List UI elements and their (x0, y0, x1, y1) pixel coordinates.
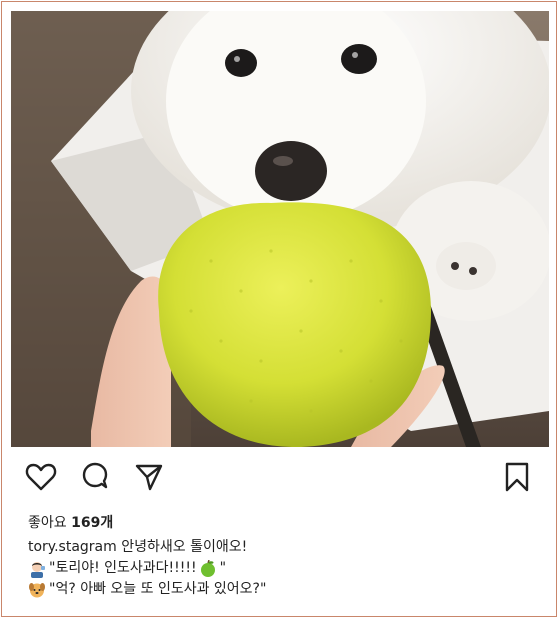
username-link[interactable]: tory.stagram (28, 537, 117, 558)
heart-icon[interactable] (24, 460, 58, 494)
caption-line-2: "토리야! 인도사과다!!!!! " (28, 558, 266, 579)
caption-line-1: tory.stagram 안녕하새오 톨이애오! (28, 537, 266, 558)
send-icon[interactable] (132, 460, 166, 494)
post-action-bar (2, 460, 558, 496)
comment-icon[interactable] (78, 460, 112, 494)
person-emoji-icon (28, 560, 46, 578)
post-caption: tory.stagram 안녕하새오 톨이애오! "토리야! 인도사과다!!!!… (28, 537, 266, 600)
dog-face-emoji-icon (28, 581, 46, 599)
quote-text-1: "토리야! 인도사과다!!!!! (49, 560, 197, 576)
caption-line-3: "억? 아빠 오늘 또 인도사과 있어오?" (28, 579, 266, 600)
instagram-post: 좋아요 169개 tory.stagram 안녕하새오 톨이애오! "토리야! … (1, 1, 557, 617)
caption-text: 안녕하새오 톨이애오! (121, 539, 248, 555)
post-photo[interactable] (11, 11, 549, 447)
quote-text-2: "억? 아빠 오늘 또 인도사과 있어오?" (49, 581, 267, 597)
quote-end-1: " (219, 560, 227, 576)
bookmark-icon[interactable] (500, 460, 534, 494)
likes-number: 169개 (71, 515, 114, 531)
likes-count[interactable]: 좋아요 169개 (28, 512, 113, 532)
dog-with-apple-image (11, 11, 549, 447)
green-apple-emoji-icon (199, 559, 217, 578)
likes-label: 좋아요 (28, 515, 67, 531)
